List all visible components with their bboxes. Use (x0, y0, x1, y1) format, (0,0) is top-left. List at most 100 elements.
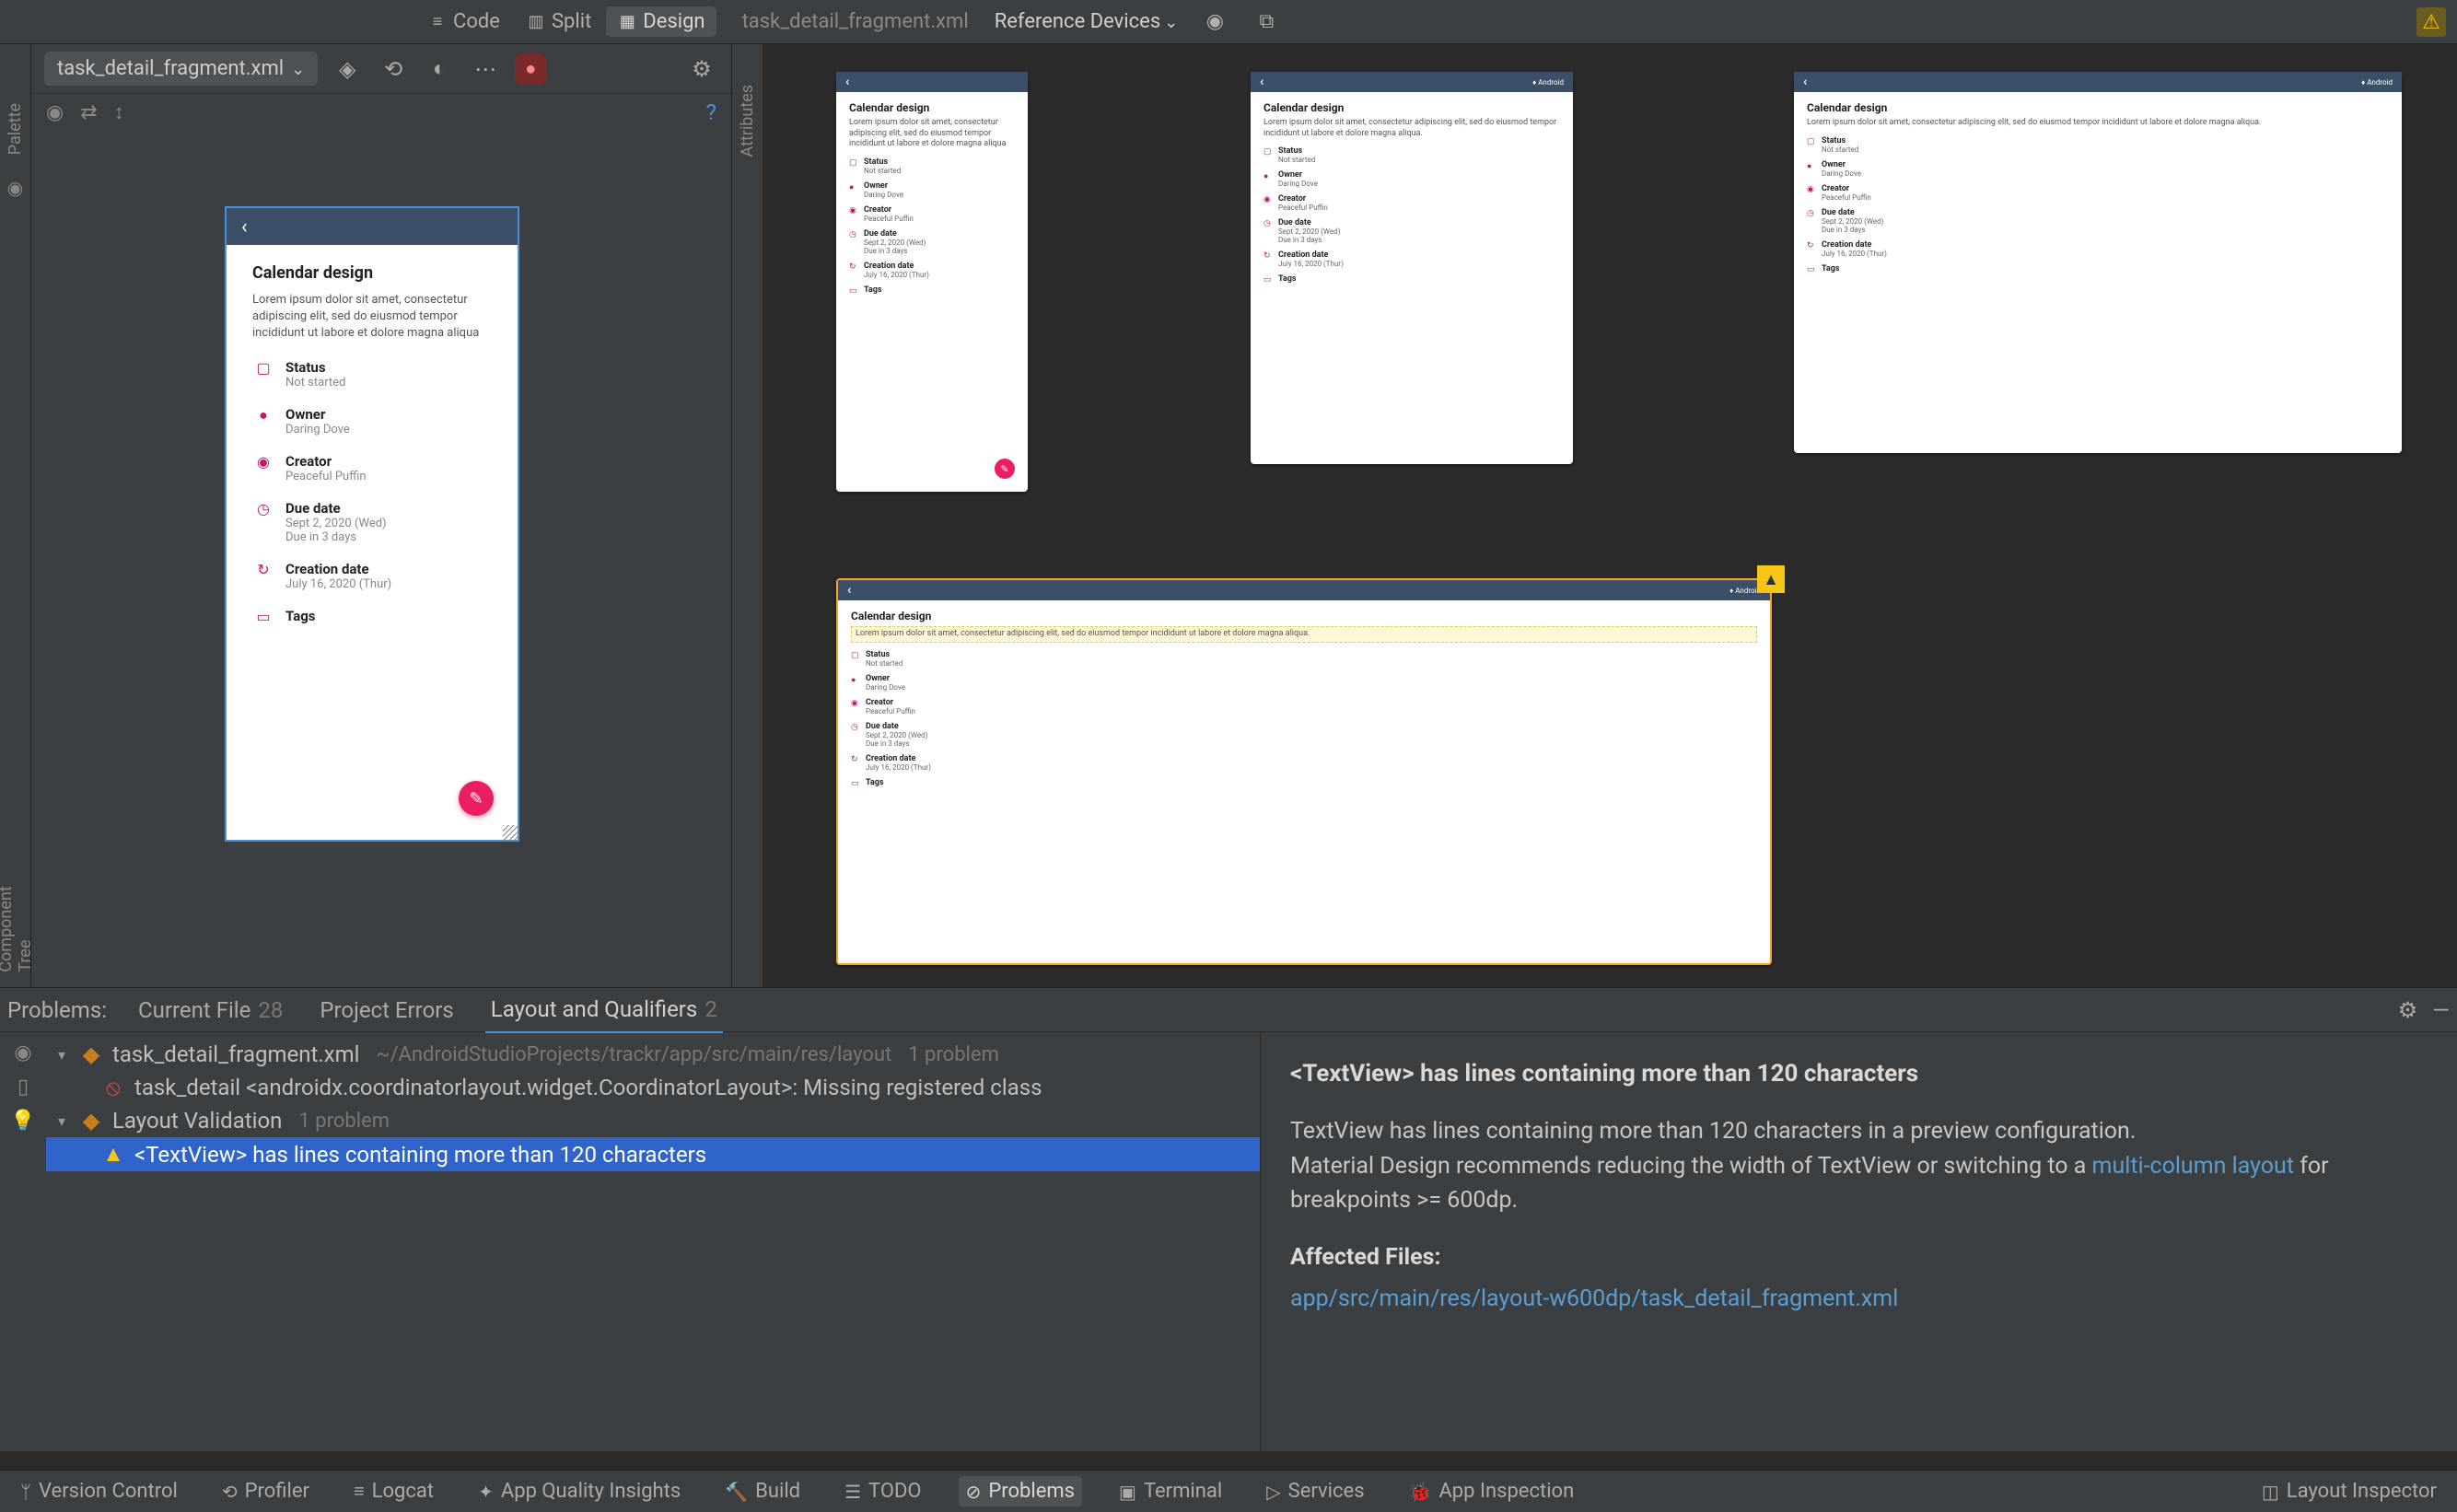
error-indicator-icon[interactable]: ● (515, 53, 546, 85)
fab-edit-button[interactable]: ✎ (459, 781, 494, 816)
arrows-icon[interactable]: ⇄ (80, 101, 97, 124)
top-toolbar: ≡Code ▥Split ▦ Design task_detail_fragmen… (0, 0, 2457, 44)
resize-handle[interactable] (495, 818, 525, 847)
more-icon[interactable]: ⋯ (469, 52, 502, 86)
creator-value: Peaceful Puffin (864, 215, 1015, 223)
component-tree-rail-label[interactable]: Component Tree (0, 851, 35, 976)
multi-column-link[interactable]: multi-column layout (2092, 1153, 2294, 1180)
vertical-icon[interactable]: ↕ (114, 100, 124, 124)
due-value: Sept 2, 2020 (Wed) (1822, 217, 2389, 226)
file-selector[interactable]: task_detail_fragment.xml (44, 52, 318, 86)
help-icon[interactable]: ? (706, 99, 716, 125)
design-mode-button[interactable]: ▦ Design (606, 6, 716, 37)
device-preview-tablet[interactable]: ‹♦ Android Calendar designLorem ipsum do… (1794, 72, 2402, 453)
creator-value: Peaceful Puffin (1822, 193, 2389, 202)
owner-value: Daring Dove (285, 423, 350, 436)
group-icon: ◆ (79, 1108, 103, 1134)
tree-group-row[interactable]: ▾ ◆ Layout Validation 1 problem (46, 1104, 1260, 1137)
device-preview-main[interactable]: ‹ Calendar design Lorem ipsum dolor sit … (225, 206, 519, 842)
bottom-toolbar: ᛘVersion Control ⟲Profiler ≡Logcat ✦App … (0, 1470, 2457, 1512)
task-title: Calendar design (1263, 101, 1560, 114)
tab-project-errors[interactable]: Project Errors (314, 988, 459, 1032)
due-value: Sept 2, 2020 (Wed) (1278, 227, 1560, 236)
panel-settings-icon[interactable]: ⚙ (2398, 997, 2418, 1023)
overlay-icon[interactable]: ⧉ (1252, 7, 1281, 37)
app-bar: ‹ (836, 72, 1028, 92)
attributes-rail-label[interactable]: Attributes (738, 81, 757, 161)
owner-label: Owner (285, 406, 350, 423)
inspection-tab[interactable]: 🐞App Inspection (1402, 1476, 1582, 1506)
visibility-icon[interactable]: ◉ (1200, 7, 1229, 37)
split-mode-label: Split (552, 10, 591, 33)
creator-value: Peaceful Puffin (1278, 204, 1560, 212)
panel-minimize-icon[interactable]: — (2432, 997, 2450, 1023)
version-control-tab[interactable]: ᛘVersion Control (13, 1476, 185, 1506)
problems-tab[interactable]: ⊘Problems (959, 1476, 1082, 1506)
owner-label: Owner (1822, 160, 2389, 169)
build-tab[interactable]: 🔨Build (717, 1476, 808, 1506)
back-icon[interactable]: ‹ (241, 215, 248, 238)
warning-badge[interactable] (2416, 7, 2446, 37)
tree-file-row[interactable]: ▾ ◆ task_detail_fragment.xml ~/AndroidSt… (46, 1038, 1260, 1071)
layout-inspector-tab[interactable]: ◫Layout Inspector (2254, 1476, 2444, 1506)
profiler-tab[interactable]: ⟲Profiler (215, 1476, 317, 1506)
back-icon: ‹ (847, 583, 851, 598)
todo-tab[interactable]: ☰TODO (837, 1476, 928, 1506)
tree-error-row[interactable]: ⦸ task_detail <androidx.coordinatorlayou… (46, 1071, 1260, 1104)
build-label: Build (755, 1480, 800, 1503)
left-rail: Palette ◉ Component Tree (0, 44, 31, 987)
chevron-down-icon[interactable]: ▾ (53, 1112, 70, 1130)
todo-label: TODO (868, 1480, 922, 1503)
layers-icon[interactable]: ◈ (331, 52, 364, 86)
preview-canvas[interactable]: ‹ Calendar designLorem ipsum dolor sit a… (763, 44, 2457, 987)
problems-tab-label: Problems (988, 1480, 1075, 1503)
bulb-icon[interactable]: 💡 (10, 1110, 35, 1133)
xml-file-icon: ◆ (79, 1041, 103, 1067)
reference-devices-dropdown[interactable]: Reference Devices (995, 10, 1179, 33)
status-value: Not started (1278, 156, 1560, 164)
theme-icon[interactable]: ◐ (423, 52, 456, 86)
right-rail: Attributes (731, 44, 763, 987)
split-mode-button[interactable]: ▥Split (515, 6, 602, 37)
fab-edit-button[interactable]: ✎ (995, 459, 1015, 479)
file-tab[interactable]: task_detail_fragment.xml (742, 10, 969, 33)
rotate-icon[interactable]: ⟲ (377, 52, 410, 86)
device-preview-foldable[interactable]: ‹♦ Android Calendar designLorem ipsum do… (1251, 72, 1573, 464)
reference-devices-label: Reference Devices (995, 10, 1161, 33)
panel-icon[interactable]: ▯ (17, 1076, 29, 1099)
created-value: July 16, 2020 (Thur) (864, 271, 1015, 279)
due-label: Due date (285, 500, 387, 517)
terminal-tab[interactable]: ▣Terminal (1112, 1476, 1229, 1506)
eye-icon[interactable]: ◉ (14, 1041, 31, 1064)
eye-icon[interactable]: ◉ (46, 101, 64, 124)
device-preview-desktop[interactable]: ‹♦ Android Calendar designLorem ipsum do… (836, 578, 1772, 965)
created-icon: ↻ (252, 561, 274, 591)
terminal-icon: ▣ (1119, 1481, 1136, 1503)
quality-tab[interactable]: ✦App Quality Insights (471, 1476, 688, 1506)
logcat-tab[interactable]: ≡Logcat (346, 1476, 441, 1506)
tab-layout-qualifiers[interactable]: Layout and Qualifiers2 (485, 987, 723, 1033)
owner-value: Daring Dove (866, 683, 1757, 692)
detail-line1: TextView has lines containing more than … (1290, 1118, 2136, 1145)
design-mode-label: Design (643, 10, 704, 33)
code-mode-button[interactable]: ≡Code (416, 6, 511, 37)
chevron-down-icon[interactable]: ▾ (53, 1046, 70, 1064)
view-mode-group: ≡Code ▥Split ▦ Design (416, 6, 716, 37)
warning-corner-icon[interactable]: ▲ (1757, 565, 1785, 593)
palette-rail-label[interactable]: Palette (6, 99, 25, 158)
tree-warning-row[interactable]: ▲ <TextView> has lines containing more t… (46, 1137, 1260, 1171)
status-value: Not started (866, 659, 1757, 668)
rail-dot-icon[interactable]: ◉ (7, 177, 23, 199)
device-preview-phone[interactable]: ‹ Calendar designLorem ipsum dolor sit a… (836, 72, 1028, 492)
app-bar: ‹♦ Android (1251, 72, 1573, 92)
tab-current-file[interactable]: Current File28 (133, 988, 288, 1032)
problems-tree[interactable]: ▾ ◆ task_detail_fragment.xml ~/AndroidSt… (46, 1032, 1260, 1451)
created-value: July 16, 2020 (Thur) (1278, 260, 1560, 268)
settings-icon[interactable]: ⚙ (685, 52, 718, 86)
services-tab[interactable]: ▷Services (1259, 1476, 1371, 1506)
affected-file-link[interactable]: app/src/main/res/layout-w600dp/task_deta… (1290, 1282, 2428, 1317)
problems-panel: Problems: Current File28 Project Errors … (0, 987, 2457, 1451)
owner-label: Owner (1278, 170, 1560, 180)
design-icon: ▦ (617, 12, 637, 32)
services-label: Services (1288, 1480, 1365, 1503)
